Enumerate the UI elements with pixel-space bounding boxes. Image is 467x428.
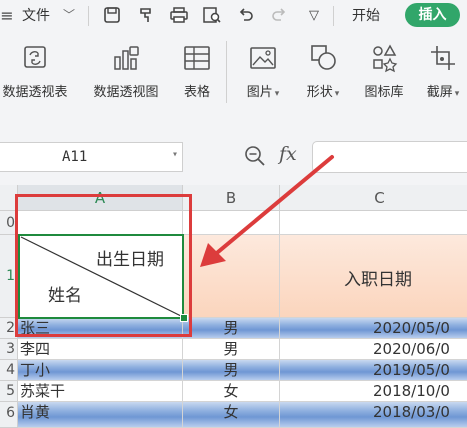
print-preview-icon[interactable]: [201, 4, 223, 26]
menu-file[interactable]: 文件: [22, 5, 50, 25]
title-bar: ≡ 文件 ﹀ ▽ 开始 插入: [0, 0, 467, 31]
cell-gender[interactable]: 男: [183, 318, 280, 339]
annotation-arrow-icon: [200, 155, 334, 267]
dropdown-caret-icon[interactable]: ▾: [455, 89, 460, 99]
pivot-table-icon: [24, 46, 46, 68]
screenshot-icon: [431, 46, 455, 70]
spreadsheet-grid: A B C 0 1 2 3 4 5 6 出生日期 姓名 入职日期 张三 男 20…: [0, 155, 467, 428]
table-button[interactable]: 表格: [177, 43, 217, 100]
print-icon[interactable]: [168, 4, 190, 26]
header-hire-date-label: 入职日期: [344, 270, 412, 290]
pivot-chart-button[interactable]: 数据透视图: [86, 43, 166, 100]
dropdown-caret-icon[interactable]: ▾: [335, 89, 340, 99]
table-label: 表格: [183, 85, 210, 100]
annotation-highlight-box: [15, 194, 192, 337]
pivot-table-label: 数据透视表: [2, 85, 68, 100]
save-icon[interactable]: [101, 4, 123, 26]
divider: [88, 6, 89, 26]
ribbon: 数据透视表 数据透视图 表格 图片 ▾ 形状 ▾ 图标库 截屏 ▾: [0, 31, 467, 118]
chevron-down-icon[interactable]: ▾: [172, 149, 178, 160]
cell-gender[interactable]: 男: [183, 360, 280, 381]
chevron-down-icon[interactable]: ﹀: [63, 6, 75, 23]
shape-button[interactable]: 形状 ▾: [298, 43, 348, 100]
pivot-chart-icon: [114, 46, 139, 70]
row-header[interactable]: 4: [0, 360, 18, 381]
shape-label: 形状: [306, 85, 333, 100]
cell-date[interactable]: 2019/05/0: [280, 360, 467, 381]
picture-label: 图片: [246, 85, 273, 100]
undo-icon[interactable]: [235, 4, 257, 26]
divider: [226, 41, 227, 103]
table-icon: [184, 46, 210, 70]
cell-date[interactable]: 2020/05/0: [280, 318, 467, 339]
tab-start[interactable]: 开始: [352, 5, 380, 25]
cell-date[interactable]: 2018/10/0: [280, 381, 467, 402]
cell-gender[interactable]: 男: [183, 339, 280, 360]
dropdown-caret-icon[interactable]: ▾: [275, 89, 280, 99]
cell-date[interactable]: 2018/03/0: [280, 402, 467, 428]
screenshot-button[interactable]: 截屏 ▾: [418, 43, 467, 100]
name-box[interactable]: A11 ▾: [0, 142, 183, 172]
cell-name[interactable]: 丁小: [18, 360, 183, 381]
cell-name[interactable]: 肖黄: [18, 402, 183, 428]
format-painter-icon[interactable]: [136, 4, 158, 26]
cell-gender[interactable]: 女: [183, 402, 280, 428]
pivot-chart-label: 数据透视图: [93, 85, 159, 100]
shape-icon: [311, 45, 336, 70]
cell-date[interactable]: 2020/06/0: [280, 339, 467, 360]
picture-icon: [250, 47, 276, 69]
screenshot-label: 截屏: [426, 85, 453, 100]
cell-gender[interactable]: 女: [183, 381, 280, 402]
name-box-value: A11: [62, 149, 88, 165]
icon-library-button[interactable]: 图标库: [358, 43, 410, 100]
hamburger-icon[interactable]: ≡: [0, 4, 14, 26]
cell-name[interactable]: 苏菜干: [18, 381, 183, 402]
pivot-table-button[interactable]: 数据透视表: [0, 43, 74, 100]
row-header[interactable]: 6: [0, 402, 18, 428]
customize-toolbar-icon[interactable]: ▽: [303, 4, 325, 26]
divider: [333, 6, 334, 26]
redo-icon[interactable]: [268, 4, 290, 26]
tab-insert[interactable]: 插入: [405, 3, 460, 27]
icon-library-label: 图标库: [364, 85, 404, 100]
row-header[interactable]: 5: [0, 381, 18, 402]
icon-library-icon: [373, 44, 398, 73]
cell-name[interactable]: 李四: [18, 339, 183, 360]
row-header[interactable]: 3: [0, 339, 18, 360]
picture-button[interactable]: 图片 ▾: [238, 43, 288, 100]
